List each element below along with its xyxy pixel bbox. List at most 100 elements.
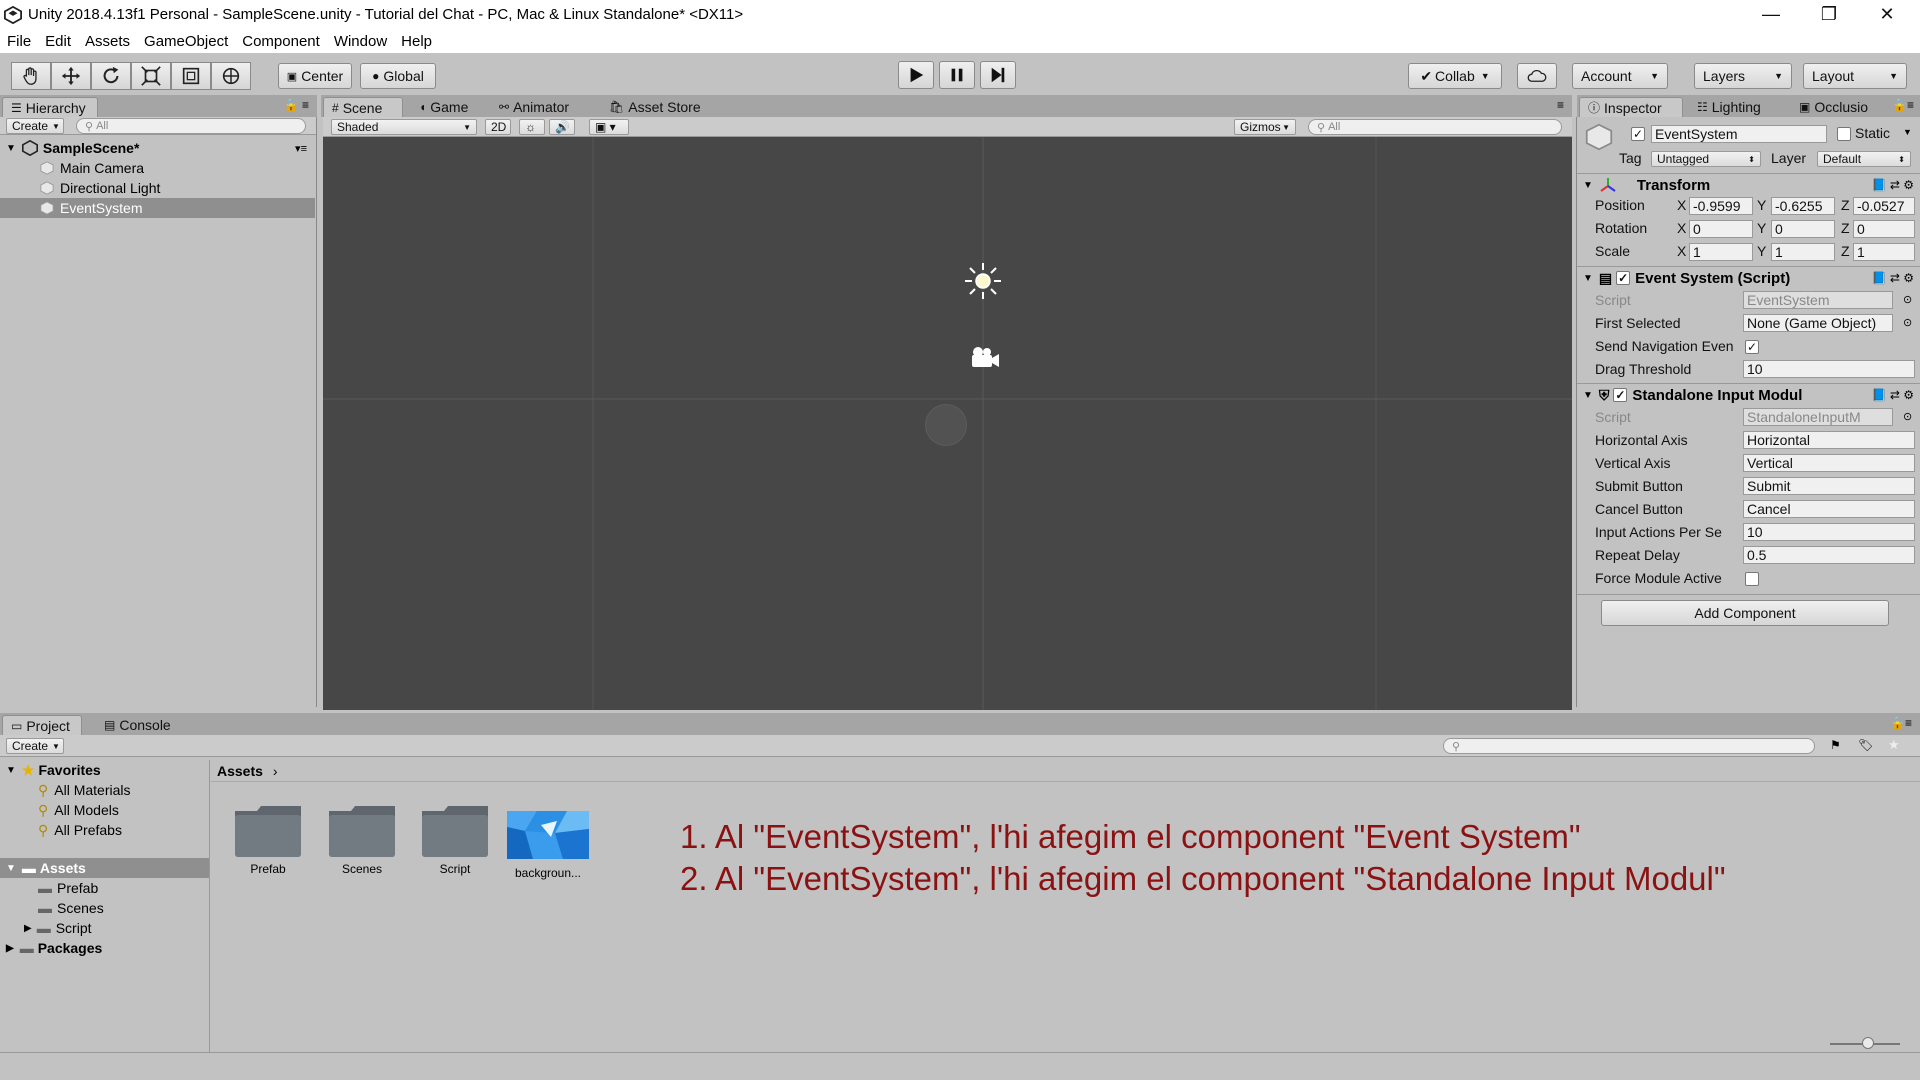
favorite-all-prefabs[interactable]: ⚲ All Prefabs: [0, 820, 209, 840]
expand-arrow-icon[interactable]: ▼: [6, 143, 16, 154]
transform-tool-button[interactable]: [211, 62, 251, 90]
collapse-arrow-icon[interactable]: ▼: [1583, 180, 1593, 191]
rotation-y-field[interactable]: 0: [1771, 220, 1835, 238]
asset-background-image[interactable]: backgroun...: [503, 803, 593, 880]
account-dropdown[interactable]: Account ▼: [1572, 63, 1668, 89]
expand-arrow-icon[interactable]: ▶: [24, 923, 32, 934]
folder-scenes[interactable]: ▬ Scenes: [0, 898, 209, 918]
scale-z-field[interactable]: 1: [1853, 243, 1915, 261]
expand-arrow-icon[interactable]: ▼: [6, 863, 16, 874]
scene-menu-icon[interactable]: ▾≡: [295, 142, 307, 155]
selection-circle-gizmo[interactable]: [925, 404, 967, 446]
cancel-button-field[interactable]: Cancel: [1743, 500, 1915, 518]
menu-help[interactable]: Help: [401, 33, 432, 50]
minimize-button[interactable]: —: [1748, 0, 1794, 29]
menu-component[interactable]: Component: [242, 33, 320, 50]
standalone-input-enabled-checkbox[interactable]: ✓: [1613, 388, 1628, 402]
packages-row[interactable]: ▶ ▬ Packages: [0, 938, 209, 958]
tab-occlusion[interactable]: ▣ Occlusio: [1791, 97, 1883, 117]
rotation-z-field[interactable]: 0: [1853, 220, 1915, 238]
expand-arrow-icon[interactable]: ▼: [6, 765, 16, 776]
scene-effects-dropdown[interactable]: ▣ ▾: [589, 119, 629, 135]
hand-tool-button[interactable]: [11, 62, 51, 90]
scale-y-field[interactable]: 1: [1771, 243, 1835, 261]
layers-dropdown[interactable]: Layers ▼: [1694, 63, 1792, 89]
static-checkbox[interactable]: [1837, 127, 1851, 141]
object-picker-icon[interactable]: ⊙: [1903, 293, 1912, 306]
position-y-field[interactable]: -0.6255: [1771, 197, 1835, 215]
gizmos-dropdown[interactable]: Gizmos ▼: [1234, 119, 1296, 135]
scene-search-input[interactable]: ⚲ All: [1308, 119, 1562, 135]
menu-window[interactable]: Window: [334, 33, 387, 50]
pause-button[interactable]: [939, 61, 975, 89]
layer-dropdown[interactable]: Default ⬍: [1817, 151, 1911, 167]
menu-edit[interactable]: Edit: [45, 33, 71, 50]
collab-dropdown[interactable]: ✔ Collab ▼: [1408, 63, 1502, 89]
layout-dropdown[interactable]: Layout ▼: [1803, 63, 1907, 89]
menu-gameobject[interactable]: GameObject: [144, 33, 228, 50]
standalone-input-header[interactable]: ▼ ⛨ ✓ Standalone Input Modul 📘 ⇄ ⚙: [1577, 384, 1920, 406]
favorites-row[interactable]: ▼ ★ Favorites: [0, 760, 209, 780]
tab-project[interactable]: ▭ Project: [2, 715, 82, 735]
tab-animator[interactable]: ⚯ Animator: [491, 97, 577, 117]
filter-by-type-icon[interactable]: ⚑: [1830, 738, 1841, 752]
position-z-field[interactable]: -0.0527: [1853, 197, 1915, 215]
drag-threshold-field[interactable]: 10: [1743, 360, 1915, 378]
collapse-arrow-icon[interactable]: ▼: [1583, 273, 1593, 284]
panel-menu-icon[interactable]: 🔒≡: [1892, 98, 1914, 112]
transform-header[interactable]: ▼ Transform 📘 ⇄ ⚙: [1577, 174, 1920, 196]
vertical-axis-field[interactable]: Vertical: [1743, 454, 1915, 472]
component-settings-icon[interactable]: 📘 ⇄ ⚙: [1872, 271, 1914, 285]
scene-lighting-toggle[interactable]: ☼: [519, 119, 545, 135]
panel-menu-icon[interactable]: ≡: [1557, 98, 1564, 112]
scale-tool-button[interactable]: [131, 62, 171, 90]
tab-console[interactable]: ▤ Console: [96, 715, 179, 735]
directional-light-gizmo-icon[interactable]: [963, 261, 1003, 301]
favorite-all-materials[interactable]: ⚲ All Materials: [0, 780, 209, 800]
position-x-field[interactable]: -0.9599: [1689, 197, 1753, 215]
object-picker-icon[interactable]: ⊙: [1903, 316, 1912, 329]
scene-root-row[interactable]: ▼ SampleScene* ▾≡: [0, 138, 315, 158]
folder-script[interactable]: ▶ ▬ Script: [0, 918, 209, 938]
cloud-button[interactable]: [1517, 63, 1557, 89]
static-dropdown-arrow-icon[interactable]: ▼: [1903, 127, 1912, 137]
play-button[interactable]: [898, 61, 934, 89]
folder-prefab[interactable]: ▬ Prefab: [0, 878, 209, 898]
object-active-checkbox[interactable]: ✓: [1631, 127, 1645, 141]
rotate-tool-button[interactable]: [91, 62, 131, 90]
hierarchy-item-directional-light[interactable]: Directional Light: [0, 178, 315, 198]
tag-dropdown[interactable]: Untagged ⬍: [1651, 151, 1761, 167]
scene-audio-toggle[interactable]: 🔊: [549, 119, 575, 135]
project-search-input[interactable]: ⚲: [1443, 738, 1815, 754]
expand-arrow-icon[interactable]: ▶: [6, 943, 14, 954]
tab-game[interactable]: ◖ Game: [411, 97, 476, 117]
tab-lighting[interactable]: ☷ Lighting: [1689, 97, 1769, 117]
asset-scenes-folder[interactable]: Scenes: [317, 803, 407, 876]
breadcrumb-assets[interactable]: Assets: [217, 763, 263, 779]
favorite-all-models[interactable]: ⚲ All Models: [0, 800, 209, 820]
move-tool-button[interactable]: [51, 62, 91, 90]
asset-script-folder[interactable]: Script: [410, 803, 500, 876]
toggle-2d-button[interactable]: 2D: [485, 119, 511, 135]
tab-hierarchy[interactable]: ☰ Hierarchy: [2, 97, 98, 117]
maximize-button[interactable]: ❐: [1806, 0, 1852, 29]
rotation-x-field[interactable]: 0: [1689, 220, 1753, 238]
panel-menu-icon[interactable]: 🔒≡: [1890, 716, 1912, 730]
hierarchy-item-eventsystem[interactable]: EventSystem: [0, 198, 315, 218]
rect-tool-button[interactable]: [171, 62, 211, 90]
collapse-arrow-icon[interactable]: ▼: [1583, 390, 1593, 401]
add-component-button[interactable]: Add Component: [1601, 600, 1889, 626]
event-system-enabled-checkbox[interactable]: ✓: [1616, 271, 1631, 285]
scene-viewport[interactable]: [323, 137, 1572, 710]
menu-assets[interactable]: Assets: [85, 33, 130, 50]
send-navigation-checkbox[interactable]: ✓: [1745, 340, 1759, 354]
tab-scene[interactable]: # Scene: [323, 97, 403, 117]
event-system-header[interactable]: ▼ ▤ ✓ Event System (Script) 📘 ⇄ ⚙: [1577, 267, 1920, 289]
asset-prefab-folder[interactable]: Prefab: [223, 803, 313, 876]
force-module-active-checkbox[interactable]: [1745, 572, 1759, 586]
filter-by-label-icon[interactable]: 🏷: [1858, 738, 1873, 752]
menu-file[interactable]: File: [7, 33, 31, 50]
tab-asset-store[interactable]: 🛍 Asset Store: [601, 97, 709, 117]
hierarchy-search-input[interactable]: ⚲ All: [76, 118, 306, 134]
camera-gizmo-icon[interactable]: [967, 345, 1001, 369]
